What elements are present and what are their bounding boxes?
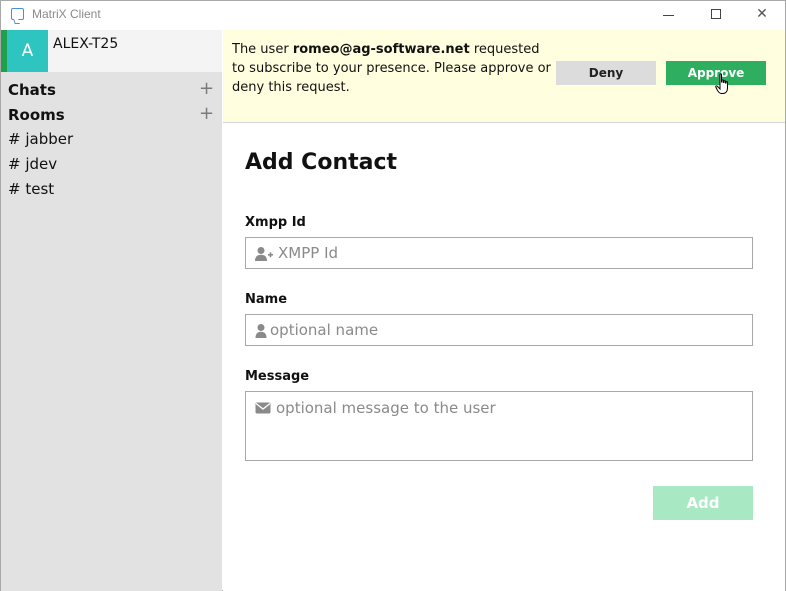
maximize-icon [711, 9, 721, 19]
hand-cursor-icon [715, 73, 728, 94]
section-label: Rooms [8, 106, 65, 124]
add-contact-panel: Add Contact Xmpp Id Name Message [223, 122, 785, 591]
account-name: ALEX-T25 [53, 36, 119, 52]
message-label: Message [245, 369, 310, 384]
add-chat-button[interactable]: + [199, 78, 214, 99]
room-item-jdev[interactable]: # jdev [8, 155, 57, 173]
app-window: MatriX Client ✕ A ALEX-T25 Chats + Rooms… [0, 0, 786, 591]
notice-text-before: The user [232, 42, 293, 57]
subscription-request-banner: The user romeo@ag-software.net requested… [223, 30, 785, 122]
chat-bubble-icon [11, 8, 24, 20]
minimize-icon [663, 15, 674, 16]
add-button[interactable]: Add [653, 486, 753, 520]
avatar[interactable]: A [7, 30, 48, 72]
account-header[interactable]: A ALEX-T25 [1, 30, 222, 72]
deny-button[interactable]: Deny [556, 61, 656, 85]
page-title: Add Contact [245, 150, 398, 175]
room-item-jabber[interactable]: # jabber [8, 130, 73, 148]
window-title: MatriX Client [32, 7, 101, 21]
add-room-button[interactable]: + [199, 103, 214, 124]
name-label: Name [245, 292, 288, 307]
sidebar: A ALEX-T25 Chats + Rooms + # jabber # jd… [1, 30, 222, 591]
name-input[interactable] [270, 315, 740, 345]
xmpp-id-input[interactable] [278, 238, 748, 268]
section-chats[interactable]: Chats + [1, 78, 222, 103]
close-icon: ✕ [756, 6, 768, 22]
envelope-icon [255, 402, 271, 414]
maximize-button[interactable] [693, 1, 739, 30]
xmpp-id-label: Xmpp Id [245, 215, 306, 230]
minimize-button[interactable] [646, 1, 692, 30]
message-input[interactable] [276, 398, 746, 454]
xmpp-id-field-box[interactable] [245, 237, 753, 269]
close-button[interactable]: ✕ [739, 1, 785, 30]
section-rooms[interactable]: Rooms + [1, 103, 222, 128]
section-label: Chats [8, 81, 56, 99]
requesting-user: romeo@ag-software.net [292, 42, 470, 57]
subscription-request-text: The user romeo@ag-software.net requested… [232, 40, 552, 97]
message-field-box[interactable] [245, 391, 753, 461]
room-item-test[interactable]: # test [8, 180, 54, 198]
user-plus-icon [255, 247, 273, 261]
name-field-box[interactable] [245, 314, 753, 346]
title-bar[interactable]: MatriX Client ✕ [1, 1, 785, 30]
